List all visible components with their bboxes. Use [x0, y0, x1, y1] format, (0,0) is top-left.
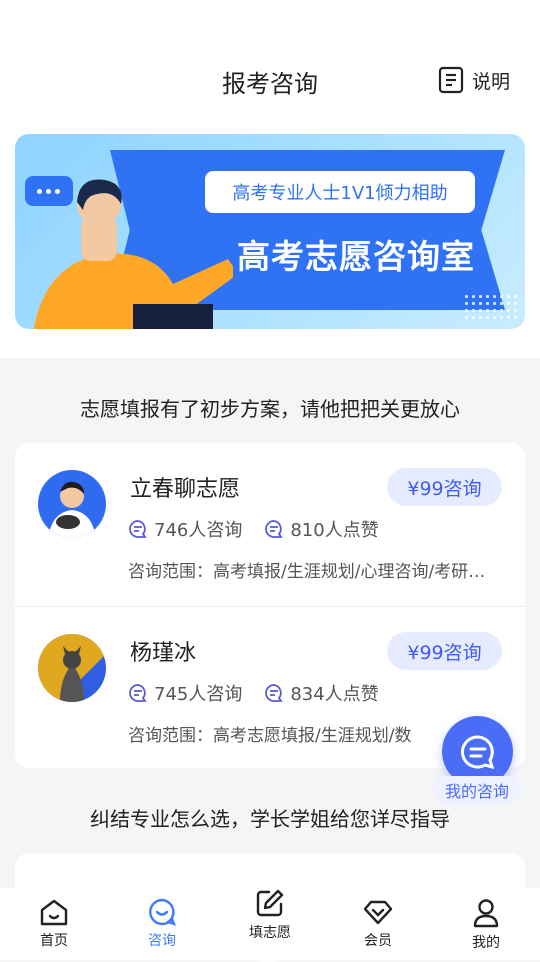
chat-icon	[129, 684, 147, 702]
consult-scope: 咨询范围：高考填报/生涯规划/心理咨询/考研规划	[128, 562, 500, 582]
section-title-1: 志愿填报有了初步方案，请他把把关更放心	[80, 397, 460, 421]
edit-icon	[256, 889, 284, 917]
consultant-name: 立春聊志愿	[130, 477, 241, 502]
chat-icon	[265, 520, 284, 538]
avatar	[38, 470, 106, 538]
tab-mine[interactable]: 我的	[432, 898, 540, 952]
tab-consult[interactable]: 咨询	[108, 898, 216, 950]
header-area: 报考咨询 说明 高考专业人士1V1倾力相助 高考志愿咨询室	[0, 0, 540, 358]
diamond-icon	[363, 900, 393, 925]
avatar	[38, 634, 106, 702]
consult-icon	[149, 898, 176, 926]
section-title-2: 纠结专业怎么选，学长学姐给您详尽指导	[90, 807, 450, 831]
like-count: 834人点赞	[264, 680, 379, 706]
consult-count: 745人咨询	[128, 680, 242, 706]
chat-icon	[129, 520, 147, 538]
banner-title: 高考志愿咨询室	[237, 237, 475, 276]
consultant-row[interactable]: 立春聊志愿 ¥99咨询 746人咨询 810人点赞 咨询范围：高考填报/生涯规划…	[15, 443, 525, 606]
message-icon	[460, 734, 494, 769]
like-count: 810人点赞	[264, 516, 379, 542]
explain-label: 说明	[471, 70, 510, 93]
tab-member[interactable]: 会员	[324, 898, 432, 950]
consultant-card: 立春聊志愿 ¥99咨询 746人咨询 810人点赞 咨询范围：高考填报/生涯规划…	[15, 443, 525, 768]
home-icon	[40, 899, 68, 926]
my-consult-label[interactable]: 我的咨询	[433, 776, 521, 804]
user-icon	[473, 899, 499, 928]
person-illustration	[33, 179, 233, 329]
consultant-name: 杨瑾冰	[130, 641, 197, 666]
consult-price-button[interactable]: ¥99咨询	[387, 468, 502, 506]
dot-pattern	[463, 293, 519, 323]
banner-tag: 高考专业人士1V1倾力相助	[205, 171, 475, 213]
consultant-stats: 745人咨询 834人点赞	[128, 680, 401, 706]
consult-count: 746人咨询	[128, 516, 242, 542]
tab-home[interactable]: 首页	[0, 898, 108, 950]
explain-button[interactable]: 说明	[438, 66, 510, 94]
consultant-stats: 746人咨询 810人点赞	[128, 516, 401, 542]
tab-fill-volunteer[interactable]: 填志愿	[216, 888, 324, 942]
chat-icon	[265, 684, 284, 702]
document-icon	[438, 66, 464, 94]
consult-banner[interactable]: 高考专业人士1V1倾力相助 高考志愿咨询室	[15, 134, 525, 329]
consult-price-button[interactable]: ¥99咨询	[387, 632, 502, 670]
